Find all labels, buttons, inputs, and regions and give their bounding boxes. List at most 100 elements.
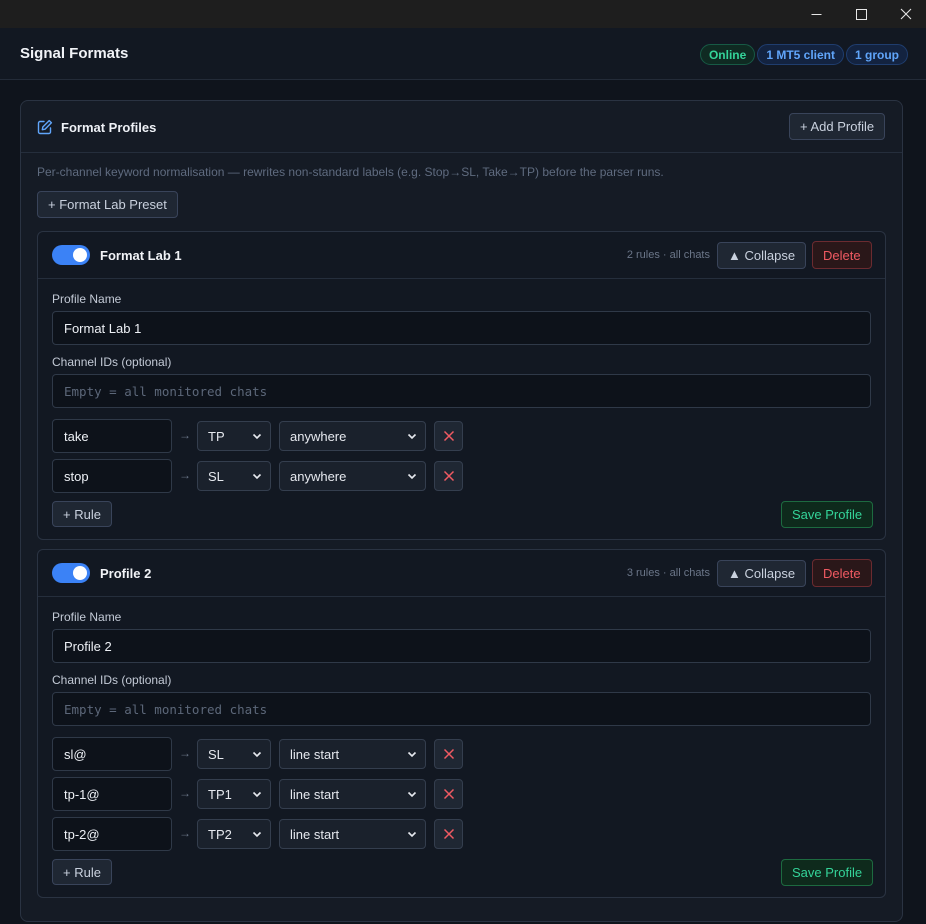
profile-name-input[interactable] <box>52 311 871 345</box>
save-profile-button[interactable]: Save Profile <box>781 501 874 528</box>
channel-ids-label: Channel IDs (optional) <box>52 355 172 369</box>
profile-title: Profile 2 <box>100 566 152 581</box>
chevron-down-icon <box>407 473 417 480</box>
status-badges: Online 1 MT5 client 1 group <box>699 44 908 65</box>
edit-icon <box>37 119 53 135</box>
rule-target-select[interactable]: TP2 <box>197 819 271 849</box>
rule-position-value: anywhere <box>290 468 347 484</box>
close-icon <box>443 828 454 840</box>
rule-position-value: line start <box>290 746 340 762</box>
app-header: Signal Formats Online 1 MT5 client 1 gro… <box>0 28 926 80</box>
rule-row: → SL line start <box>52 737 472 771</box>
rule-row: → TP1 line start <box>52 777 472 811</box>
status-badge-online: Online <box>699 44 756 65</box>
collapse-button[interactable]: ▲ Collapse <box>717 560 807 587</box>
add-rule-button[interactable]: + Rule <box>52 859 112 885</box>
rule-keyword-input[interactable] <box>52 419 172 453</box>
rule-position-select[interactable]: line start <box>279 779 426 809</box>
rule-arrow: → <box>179 786 191 800</box>
add-profile-button[interactable]: + Add Profile <box>789 113 886 140</box>
panel-description: Per-channel keyword normalisation — rewr… <box>37 165 664 179</box>
chevron-down-icon <box>407 831 417 838</box>
panel-header: Format Profiles + Add Profile <box>21 101 902 153</box>
format-profiles-panel: Format Profiles + Add Profile Per-channe… <box>20 100 903 922</box>
profile-header: Profile 2 3 rules · all chats ▲ Collapse… <box>38 550 885 597</box>
chevron-down-icon <box>407 791 417 798</box>
profile-header: Format Lab 1 2 rules · all chats ▲ Colla… <box>38 232 885 279</box>
rule-position-select[interactable]: anywhere <box>279 421 426 451</box>
rule-keyword-input[interactable] <box>52 737 172 771</box>
close-icon <box>443 430 454 442</box>
rule-target-value: TP1 <box>208 786 232 802</box>
profile-name-label: Profile Name <box>52 292 122 306</box>
chevron-down-icon <box>252 751 262 758</box>
profile-title: Format Lab 1 <box>100 248 182 263</box>
rule-row: → TP2 line start <box>52 817 472 851</box>
profile-name-label: Profile Name <box>52 610 122 624</box>
chevron-down-icon <box>252 433 262 440</box>
rule-keyword-input[interactable] <box>52 459 172 493</box>
delete-profile-button[interactable]: Delete <box>812 559 872 587</box>
minimize-icon <box>811 13 821 15</box>
close-icon <box>443 748 454 760</box>
profile-name-input[interactable] <box>52 629 871 663</box>
rule-arrow: → <box>179 428 191 442</box>
rule-position-value: anywhere <box>290 428 347 444</box>
toggle-knob <box>73 566 87 580</box>
profile-rules-meta: 3 rules · all chats <box>626 567 710 579</box>
delete-rule-button[interactable] <box>434 461 463 491</box>
rule-position-select[interactable]: line start <box>279 739 426 769</box>
format-lab-preset-button[interactable]: + Format Lab Preset <box>37 191 178 218</box>
profile-enabled-toggle[interactable] <box>52 563 90 583</box>
status-badge-client: 1 MT5 client <box>757 44 844 65</box>
rule-arrow: → <box>179 826 191 840</box>
rule-target-value: TP <box>208 428 225 444</box>
rule-position-value: line start <box>290 786 340 802</box>
chevron-down-icon <box>252 831 262 838</box>
rule-arrow: → <box>179 468 191 482</box>
rule-position-value: line start <box>290 826 340 842</box>
profile-card: Format Lab 1 2 rules · all chats ▲ Colla… <box>37 231 886 540</box>
delete-profile-button[interactable]: Delete <box>812 241 872 269</box>
collapse-button[interactable]: ▲ Collapse <box>717 242 807 269</box>
rule-row: → TP anywhere <box>52 419 472 453</box>
delete-rule-button[interactable] <box>434 739 463 769</box>
chevron-down-icon <box>407 751 417 758</box>
channel-ids-input[interactable] <box>52 692 871 726</box>
delete-rule-button[interactable] <box>434 819 463 849</box>
rule-row: → SL anywhere <box>52 459 472 493</box>
save-profile-button[interactable]: Save Profile <box>781 859 874 886</box>
maximize-icon <box>855 8 867 20</box>
chevron-down-icon <box>407 433 417 440</box>
profile-enabled-toggle[interactable] <box>52 245 90 265</box>
delete-rule-button[interactable] <box>434 421 463 451</box>
rule-target-value: TP2 <box>208 826 232 842</box>
rule-target-select[interactable]: TP <box>197 421 271 451</box>
status-badge-group: 1 group <box>846 44 908 65</box>
rule-target-select[interactable]: TP1 <box>197 779 271 809</box>
chevron-down-icon <box>252 791 262 798</box>
page-title: Signal Formats <box>20 45 129 62</box>
rule-target-select[interactable]: SL <box>197 461 271 491</box>
channel-ids-label: Channel IDs (optional) <box>52 673 172 687</box>
add-rule-button[interactable]: + Rule <box>52 501 112 527</box>
channel-ids-input[interactable] <box>52 374 871 408</box>
rule-position-select[interactable]: anywhere <box>279 461 426 491</box>
rule-position-select[interactable]: line start <box>279 819 426 849</box>
close-icon <box>443 788 454 800</box>
close-window-button[interactable] <box>883 0 926 28</box>
rule-target-select[interactable]: SL <box>197 739 271 769</box>
delete-rule-button[interactable] <box>434 779 463 809</box>
window-titlebar <box>0 0 926 28</box>
profile-card: Profile 2 3 rules · all chats ▲ Collapse… <box>37 549 886 898</box>
rule-keyword-input[interactable] <box>52 817 172 851</box>
close-icon <box>443 470 454 482</box>
minimize-button[interactable] <box>793 0 839 28</box>
rule-target-value: SL <box>208 746 224 762</box>
maximize-button[interactable] <box>838 0 884 28</box>
panel-title: Format Profiles <box>61 120 157 135</box>
close-icon <box>900 8 912 20</box>
rule-arrow: → <box>179 746 191 760</box>
rule-keyword-input[interactable] <box>52 777 172 811</box>
rule-target-value: SL <box>208 468 224 484</box>
